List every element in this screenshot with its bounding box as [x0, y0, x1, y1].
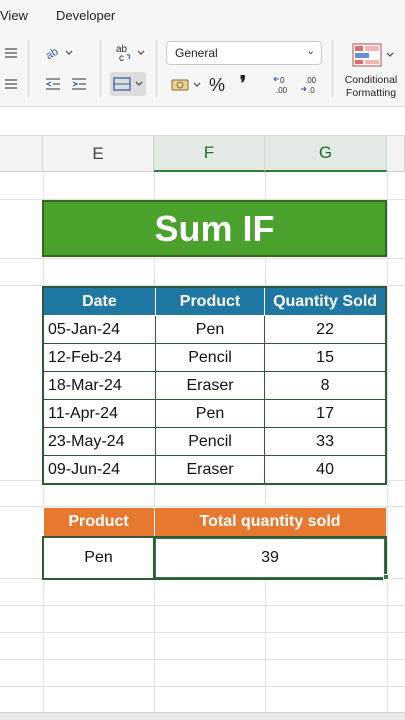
sheet-title[interactable]: Sum IF [42, 200, 387, 257]
summary-table: Product Total quantity sold Pen 39 [41, 507, 387, 580]
cell-product[interactable]: Eraser [154, 455, 266, 485]
svg-text:ab: ab [44, 46, 60, 62]
table-row: 12-Feb-24 Pencil 15 [42, 343, 387, 372]
sheet-bottom-bar [0, 712, 405, 720]
cell-quantity[interactable]: 33 [264, 427, 387, 456]
ribbon: View Developer ab ab c General ⌄ % ❜ 0.00… [0, 0, 405, 106]
header-date[interactable]: Date [42, 286, 156, 316]
cell-product[interactable]: Pencil [154, 427, 266, 456]
cell-quantity[interactable]: 40 [264, 455, 387, 485]
sales-table: Date Product Quantity Sold 05-Jan-24 Pen… [42, 286, 387, 485]
summary-row: Pen 39 [41, 536, 387, 580]
text-orientation-icon[interactable]: ab [42, 42, 76, 64]
table-row: 05-Jan-24 Pen 22 [42, 315, 387, 344]
cell-product[interactable]: Eraser [154, 371, 266, 400]
comma-style-icon[interactable]: ❜ [233, 72, 253, 95]
increase-decimal-icon[interactable]: 0.00 [272, 74, 294, 96]
svg-text:.00: .00 [276, 86, 288, 95]
increase-indent-icon[interactable] [68, 73, 90, 95]
wrap-text-icon[interactable]: ab c [112, 42, 148, 64]
align-justify-icon[interactable] [2, 75, 20, 93]
cell-date[interactable]: 12-Feb-24 [42, 343, 156, 372]
ribbon-divider [156, 40, 157, 98]
summary-total-cell[interactable]: 39 [153, 536, 387, 580]
number-format-select[interactable]: General ⌄ [166, 41, 322, 65]
chevron-down-icon: ⌄ [306, 46, 315, 57]
conditional-formatting-label[interactable]: Conditional Formatting [338, 42, 404, 100]
cell-date[interactable]: 05-Jan-24 [42, 315, 156, 344]
cell-date[interactable]: 11-Apr-24 [42, 399, 156, 428]
formula-bar-area [0, 106, 405, 136]
summary-header-row: Product Total quantity sold [42, 507, 387, 538]
percent-style-icon[interactable]: % [206, 74, 228, 96]
cell-quantity[interactable]: 15 [264, 343, 387, 372]
fill-handle[interactable] [383, 574, 389, 580]
table-header-row: Date Product Quantity Sold [42, 286, 387, 316]
cell-product[interactable]: Pen [154, 315, 266, 344]
summary-product-cell[interactable]: Pen [41, 536, 156, 580]
cell-product[interactable]: Pencil [154, 343, 266, 372]
decrease-decimal-icon[interactable]: .00.0 [299, 74, 321, 96]
decrease-indent-icon[interactable] [42, 73, 64, 95]
svg-text:.00: .00 [305, 76, 317, 85]
table-row: 09-Jun-24 Eraser 40 [42, 455, 387, 485]
table-row: 11-Apr-24 Pen 17 [42, 399, 387, 428]
accounting-format-icon[interactable] [168, 74, 204, 96]
cell-quantity[interactable]: 8 [264, 371, 387, 400]
menu-bar: View Developer [0, 0, 405, 32]
cell-date[interactable]: 09-Jun-24 [42, 455, 156, 485]
cell-date[interactable]: 23-May-24 [42, 427, 156, 456]
summary-header-total[interactable]: Total quantity sold [153, 507, 387, 538]
menu-developer[interactable]: Developer [56, 8, 115, 23]
cell-date[interactable]: 18-Mar-24 [42, 371, 156, 400]
menu-view[interactable]: View [0, 8, 28, 23]
ribbon-divider [332, 40, 333, 98]
merge-center-icon[interactable] [110, 72, 146, 96]
table-row: 23-May-24 Pencil 33 [42, 427, 387, 456]
svg-text:.0: .0 [308, 86, 315, 95]
cell-product[interactable]: Pen [154, 399, 266, 428]
ribbon-divider [100, 40, 101, 98]
header-product[interactable]: Product [154, 286, 266, 316]
cell-quantity[interactable]: 22 [264, 315, 387, 344]
conditional-formatting-line2: Formatting [345, 87, 397, 99]
table-row: 18-Mar-24 Eraser 8 [42, 371, 387, 400]
column-header-g[interactable]: G [265, 136, 387, 172]
column-header-h[interactable] [387, 136, 405, 172]
cell-quantity[interactable]: 17 [264, 399, 387, 428]
header-quantity[interactable]: Quantity Sold [264, 286, 387, 316]
align-left-icon[interactable] [2, 44, 20, 62]
column-header-d[interactable] [0, 136, 43, 172]
ribbon-divider [28, 40, 29, 98]
column-headers: E F G [0, 136, 405, 172]
column-header-f[interactable]: F [154, 136, 265, 172]
svg-text:c: c [119, 53, 124, 63]
number-format-value: General [175, 46, 218, 60]
conditional-formatting-line1: Conditional [344, 74, 398, 86]
svg-text:0: 0 [280, 76, 285, 85]
column-header-e[interactable]: E [43, 136, 154, 172]
summary-header-product[interactable]: Product [42, 507, 155, 538]
